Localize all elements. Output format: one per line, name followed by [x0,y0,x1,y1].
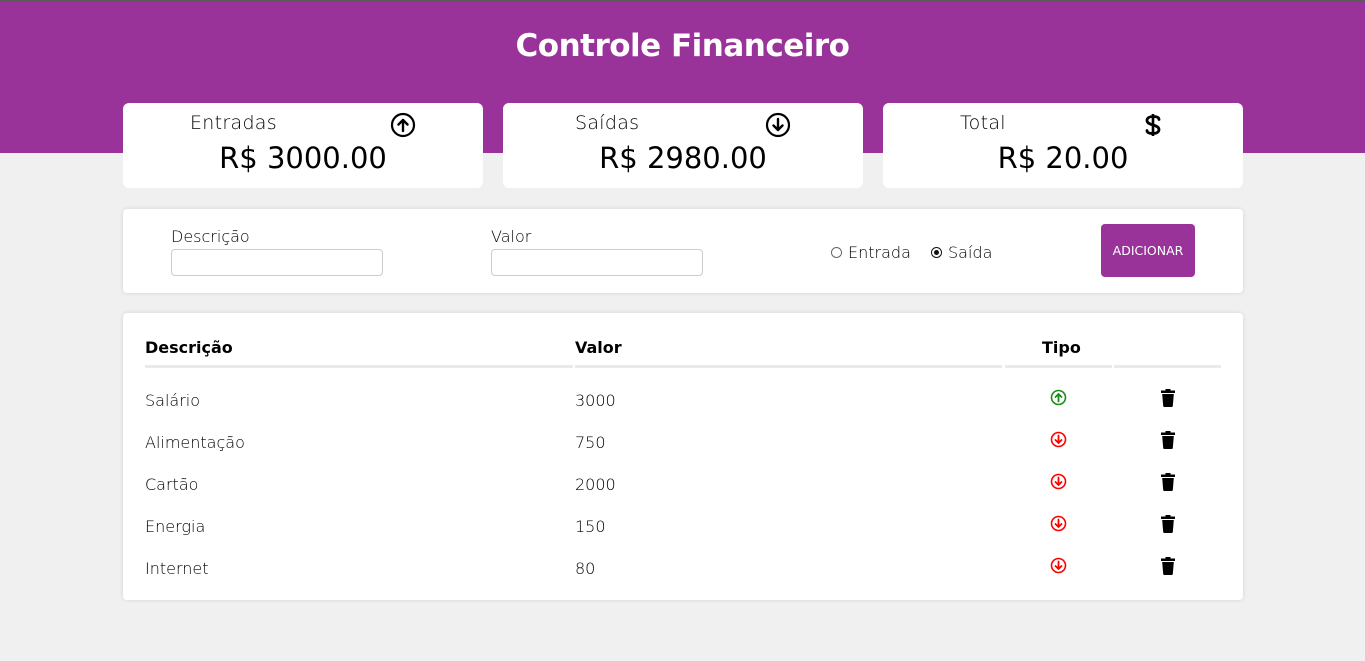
card-entradas-value: R$ 3000.00 [219,141,387,175]
radio-entrada-button[interactable] [831,247,842,258]
valor-label: Valor [491,227,532,246]
header-divider [1005,365,1112,368]
row-valor: 150 [575,517,606,536]
app-title: Controle Financeiro [515,28,850,64]
row-valor: 750 [575,433,606,452]
arrow-up-circle-icon [390,112,416,138]
radio-saida-button[interactable] [931,247,942,258]
radio-entrada[interactable]: Entrada [831,243,911,262]
trash-icon[interactable] [1160,556,1176,575]
card-saidas-value: R$ 2980.00 [599,141,767,175]
trash-icon[interactable] [1160,388,1176,407]
trash-icon[interactable] [1160,472,1176,491]
table-row: Energia 150 [123,505,1243,547]
card-total-label: Total [960,112,1006,134]
row-descricao: Salário [145,391,201,410]
card-entradas: Entradas R$ 3000.00 [123,103,483,188]
header-divider [575,365,1002,368]
row-descricao: Alimentação [145,433,245,452]
arrow-down-circle-icon [1050,473,1067,490]
arrow-down-circle-icon [1050,557,1067,574]
arrow-down-circle-icon [1050,431,1067,448]
descricao-label: Descrição [171,227,250,246]
table-row: Cartão 2000 [123,463,1243,505]
trash-icon[interactable] [1160,430,1176,449]
row-valor: 80 [575,559,596,578]
row-descricao: Energia [145,517,206,536]
table-row: Alimentação 750 [123,421,1243,463]
descricao-input[interactable] [171,249,383,276]
row-descricao: Cartão [145,475,199,494]
card-saidas: Saídas R$ 2980.00 [503,103,863,188]
transaction-form: Descrição Valor Entrada Saída ADICIONAR [123,209,1243,293]
card-total: Total R$ 20.00 [883,103,1243,188]
header-valor: Valor [575,338,622,357]
table-row: Internet 80 [123,547,1243,589]
row-valor: 2000 [575,475,616,494]
card-entradas-label: Entradas [190,112,277,134]
dollar-icon [1145,114,1161,136]
card-total-value: R$ 20.00 [997,141,1129,175]
valor-input[interactable] [491,249,703,276]
transactions-table: Descrição Valor Tipo Salário 3000 Alimenta… [123,313,1243,600]
header-divider [145,365,573,368]
table-row: Salário 3000 [123,379,1243,421]
arrow-down-circle-icon [1050,515,1067,532]
trash-icon[interactable] [1160,514,1176,533]
radio-entrada-label: Entrada [848,243,911,262]
row-descricao: Internet [145,559,209,578]
header-tipo: Tipo [1042,338,1081,357]
add-button[interactable]: ADICIONAR [1101,224,1195,277]
row-valor: 3000 [575,391,616,410]
radio-saida[interactable]: Saída [931,243,992,262]
radio-saida-label: Saída [948,243,993,262]
header-divider [1114,365,1221,368]
card-saidas-label: Saídas [575,112,640,134]
header-descricao: Descrição [145,338,233,357]
arrow-up-circle-icon [1050,389,1067,406]
arrow-down-circle-icon [765,112,791,138]
